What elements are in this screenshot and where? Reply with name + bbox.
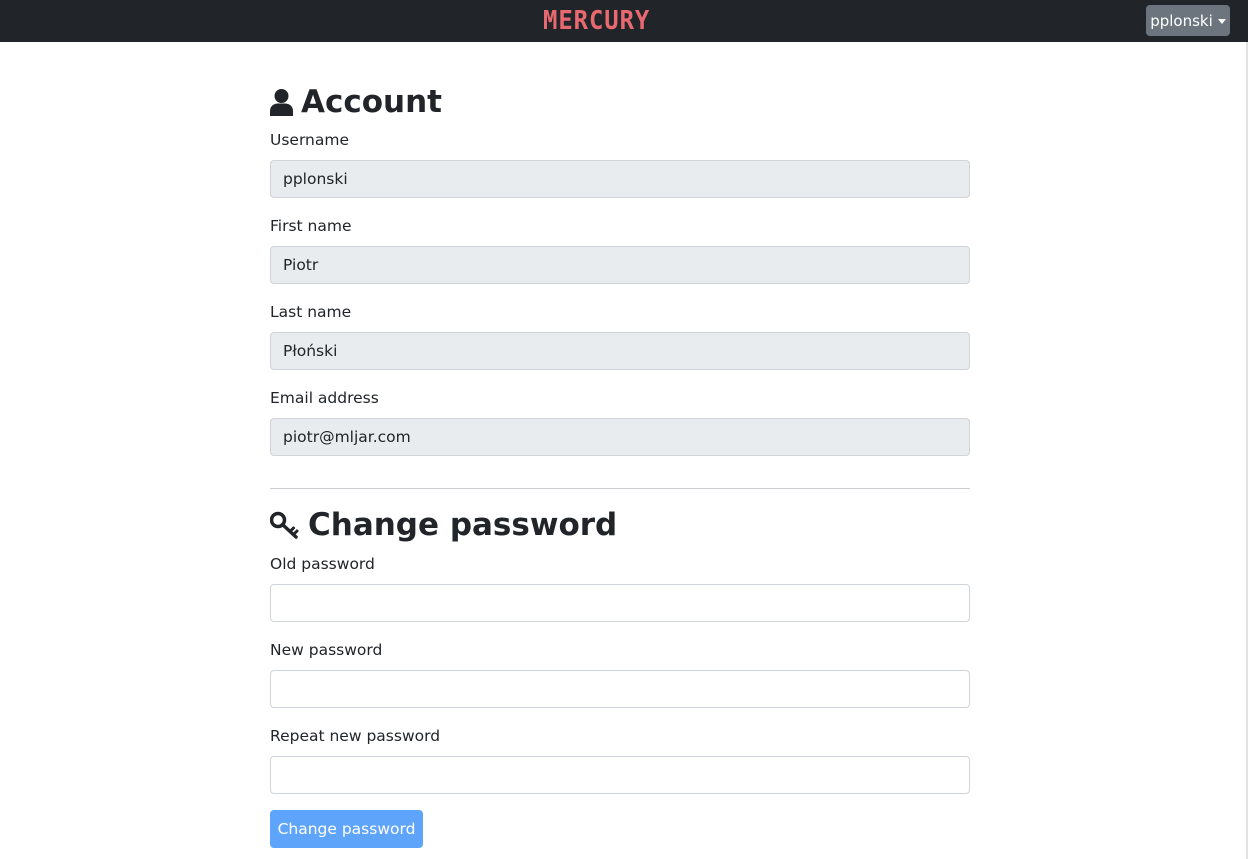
top-navbar: MERCURY pplonski bbox=[0, 0, 1248, 42]
account-heading: Account bbox=[270, 82, 442, 122]
brand-logo[interactable]: MERCURY bbox=[543, 4, 650, 38]
username-field: pplonski bbox=[270, 160, 970, 198]
last-name-label: Last name bbox=[270, 303, 352, 321]
old-password-input[interactable] bbox=[270, 584, 970, 622]
email-field: piotr@mljar.com bbox=[270, 418, 970, 456]
change-password-heading: Change password bbox=[270, 505, 617, 545]
user-menu-label: pplonski bbox=[1150, 11, 1213, 30]
caret-down-icon bbox=[1217, 19, 1226, 24]
first-name-label: First name bbox=[270, 217, 352, 235]
change-password-button[interactable]: Change password bbox=[270, 810, 423, 848]
user-icon bbox=[270, 88, 293, 116]
email-label: Email address bbox=[270, 389, 379, 407]
user-menu-dropdown[interactable]: pplonski bbox=[1146, 5, 1230, 36]
repeat-password-input[interactable] bbox=[270, 756, 970, 794]
account-title: Account bbox=[301, 84, 442, 120]
change-password-title: Change password bbox=[308, 507, 618, 543]
section-divider bbox=[270, 488, 970, 489]
first-name-field: Piotr bbox=[270, 246, 970, 284]
username-label: Username bbox=[270, 131, 350, 149]
last-name-field: Płoński bbox=[270, 332, 970, 370]
old-password-label: Old password bbox=[270, 555, 375, 573]
new-password-label: New password bbox=[270, 641, 383, 659]
repeat-password-label: Repeat new password bbox=[270, 727, 441, 745]
new-password-input[interactable] bbox=[270, 670, 970, 708]
key-icon bbox=[270, 511, 300, 539]
